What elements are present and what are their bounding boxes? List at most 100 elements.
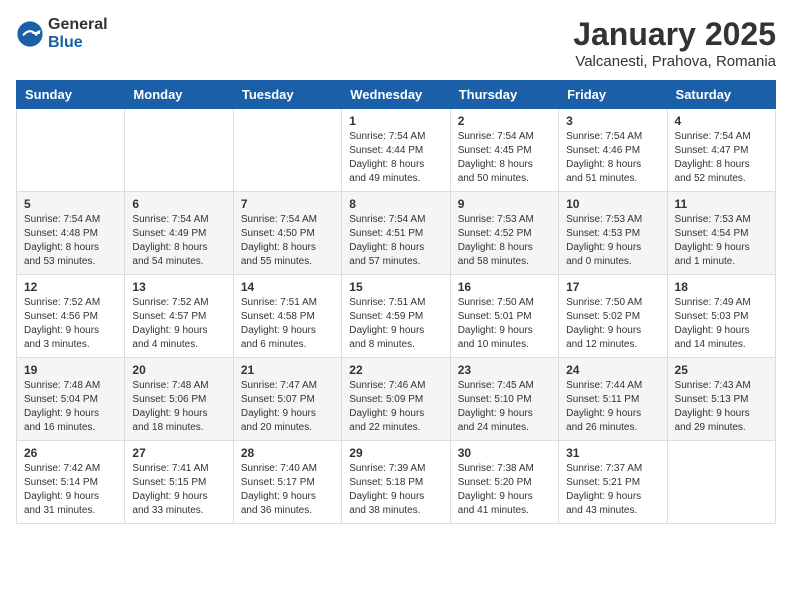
day-info: Sunrise: 7:40 AM Sunset: 5:17 PM Dayligh… [241,462,334,518]
day-number: 23 [458,363,551,377]
logo-text: General Blue [48,16,108,51]
day-info: Sunrise: 7:50 AM Sunset: 5:02 PM Dayligh… [566,296,659,352]
day-number: 27 [132,446,225,460]
day-number: 26 [24,446,117,460]
day-number: 2 [458,114,551,128]
day-info: Sunrise: 7:54 AM Sunset: 4:46 PM Dayligh… [566,130,659,186]
day-info: Sunrise: 7:54 AM Sunset: 4:51 PM Dayligh… [349,213,442,269]
day-info: Sunrise: 7:48 AM Sunset: 5:04 PM Dayligh… [24,379,117,435]
calendar-cell [667,441,775,524]
weekday-header-monday: Monday [125,81,233,109]
calendar-title: January 2025 [573,16,776,53]
day-info: Sunrise: 7:54 AM Sunset: 4:47 PM Dayligh… [675,130,768,186]
logo-general: General [48,16,108,34]
title-block: January 2025 Valcanesti, Prahova, Romani… [573,16,776,70]
day-info: Sunrise: 7:53 AM Sunset: 4:54 PM Dayligh… [675,213,768,269]
day-number: 21 [241,363,334,377]
weekday-header-tuesday: Tuesday [233,81,341,109]
calendar-cell: 4 Sunrise: 7:54 AM Sunset: 4:47 PM Daylig… [667,109,775,192]
day-info: Sunrise: 7:38 AM Sunset: 5:20 PM Dayligh… [458,462,551,518]
day-number: 6 [132,197,225,211]
calendar-cell: 1Sunrise: 7:54 AM Sunset: 4:44 PM Daylig… [342,109,450,192]
day-number: 24 [566,363,659,377]
day-number: 16 [458,280,551,294]
day-number: 31 [566,446,659,460]
day-number: 13 [132,280,225,294]
day-number: 25 [675,363,768,377]
day-number: 20 [132,363,225,377]
calendar-cell: 13 Sunrise: 7:52 AM Sunset: 4:57 PM Dayli… [125,275,233,358]
calendar-cell: 24 Sunrise: 7:44 AM Sunset: 5:11 PM Dayli… [559,358,667,441]
day-info: Sunrise: 7:46 AM Sunset: 5:09 PM Dayligh… [349,379,442,435]
calendar-cell: 18 Sunrise: 7:49 AM Sunset: 5:03 PM Dayli… [667,275,775,358]
day-number: 14 [241,280,334,294]
day-info: Sunrise: 7:54 AM Sunset: 4:49 PM Dayligh… [132,213,225,269]
day-number: 28 [241,446,334,460]
calendar-cell [125,109,233,192]
calendar-table: SundayMondayTuesdayWednesdayThursdayFrid… [16,80,776,524]
calendar-cell: 31 Sunrise: 7:37 AM Sunset: 5:21 PM Dayli… [559,441,667,524]
calendar-cell: 12 Sunrise: 7:52 AM Sunset: 4:56 PM Dayli… [17,275,125,358]
calendar-week-row: 1Sunrise: 7:54 AM Sunset: 4:44 PM Daylig… [17,109,776,192]
day-info: Sunrise: 7:51 AM Sunset: 4:58 PM Dayligh… [241,296,334,352]
calendar-cell: 28 Sunrise: 7:40 AM Sunset: 5:17 PM Dayli… [233,441,341,524]
day-info: Sunrise: 7:37 AM Sunset: 5:21 PM Dayligh… [566,462,659,518]
day-info: Sunrise: 7:44 AM Sunset: 5:11 PM Dayligh… [566,379,659,435]
day-number: 11 [675,197,768,211]
page-header: General Blue January 2025 Valcanesti, Pr… [16,16,776,70]
calendar-cell: 7Sunrise: 7:54 AM Sunset: 4:50 PM Daylig… [233,192,341,275]
day-info: Sunrise: 7:47 AM Sunset: 5:07 PM Dayligh… [241,379,334,435]
weekday-header-saturday: Saturday [667,81,775,109]
day-number: 12 [24,280,117,294]
day-number: 18 [675,280,768,294]
calendar-cell: 8Sunrise: 7:54 AM Sunset: 4:51 PM Daylig… [342,192,450,275]
weekday-header-friday: Friday [559,81,667,109]
day-number: 9 [458,197,551,211]
day-info: Sunrise: 7:52 AM Sunset: 4:57 PM Dayligh… [132,296,225,352]
calendar-cell: 14 Sunrise: 7:51 AM Sunset: 4:58 PM Dayli… [233,275,341,358]
day-info: Sunrise: 7:45 AM Sunset: 5:10 PM Dayligh… [458,379,551,435]
calendar-cell: 10 Sunrise: 7:53 AM Sunset: 4:53 PM Dayli… [559,192,667,275]
day-number: 15 [349,280,442,294]
calendar-cell: 16Sunrise: 7:50 AM Sunset: 5:01 PM Dayli… [450,275,558,358]
logo-blue: Blue [48,34,108,52]
day-info: Sunrise: 7:53 AM Sunset: 4:52 PM Dayligh… [458,213,551,269]
calendar-cell [17,109,125,192]
calendar-cell: 11 Sunrise: 7:53 AM Sunset: 4:54 PM Dayli… [667,192,775,275]
day-number: 10 [566,197,659,211]
calendar-cell: 6 Sunrise: 7:54 AM Sunset: 4:49 PM Daylig… [125,192,233,275]
day-number: 4 [675,114,768,128]
day-info: Sunrise: 7:48 AM Sunset: 5:06 PM Dayligh… [132,379,225,435]
day-number: 3 [566,114,659,128]
day-info: Sunrise: 7:54 AM Sunset: 4:44 PM Dayligh… [349,130,442,186]
day-info: Sunrise: 7:53 AM Sunset: 4:53 PM Dayligh… [566,213,659,269]
day-info: Sunrise: 7:52 AM Sunset: 4:56 PM Dayligh… [24,296,117,352]
weekday-header-thursday: Thursday [450,81,558,109]
day-info: Sunrise: 7:54 AM Sunset: 4:45 PM Dayligh… [458,130,551,186]
calendar-cell: 2 Sunrise: 7:54 AM Sunset: 4:45 PM Daylig… [450,109,558,192]
logo: General Blue [16,16,108,51]
day-number: 5 [24,197,117,211]
calendar-subtitle: Valcanesti, Prahova, Romania [573,53,776,70]
logo-icon [16,20,44,48]
day-number: 7 [241,197,334,211]
calendar-cell: 20 Sunrise: 7:48 AM Sunset: 5:06 PM Dayli… [125,358,233,441]
calendar-cell: 23 Sunrise: 7:45 AM Sunset: 5:10 PM Dayli… [450,358,558,441]
day-number: 22 [349,363,442,377]
calendar-cell: 29Sunrise: 7:39 AM Sunset: 5:18 PM Dayli… [342,441,450,524]
calendar-cell: 9 Sunrise: 7:53 AM Sunset: 4:52 PM Daylig… [450,192,558,275]
calendar-week-row: 12 Sunrise: 7:52 AM Sunset: 4:56 PM Dayli… [17,275,776,358]
weekday-header-sunday: Sunday [17,81,125,109]
calendar-week-row: 26Sunrise: 7:42 AM Sunset: 5:14 PM Dayli… [17,441,776,524]
day-number: 19 [24,363,117,377]
day-info: Sunrise: 7:49 AM Sunset: 5:03 PM Dayligh… [675,296,768,352]
calendar-cell: 3 Sunrise: 7:54 AM Sunset: 4:46 PM Daylig… [559,109,667,192]
calendar-cell: 27Sunrise: 7:41 AM Sunset: 5:15 PM Dayli… [125,441,233,524]
day-number: 29 [349,446,442,460]
day-info: Sunrise: 7:51 AM Sunset: 4:59 PM Dayligh… [349,296,442,352]
day-info: Sunrise: 7:43 AM Sunset: 5:13 PM Dayligh… [675,379,768,435]
calendar-cell: 26Sunrise: 7:42 AM Sunset: 5:14 PM Dayli… [17,441,125,524]
calendar-cell: 30Sunrise: 7:38 AM Sunset: 5:20 PM Dayli… [450,441,558,524]
calendar-week-row: 5Sunrise: 7:54 AM Sunset: 4:48 PM Daylig… [17,192,776,275]
weekday-header-row: SundayMondayTuesdayWednesdayThursdayFrid… [17,81,776,109]
